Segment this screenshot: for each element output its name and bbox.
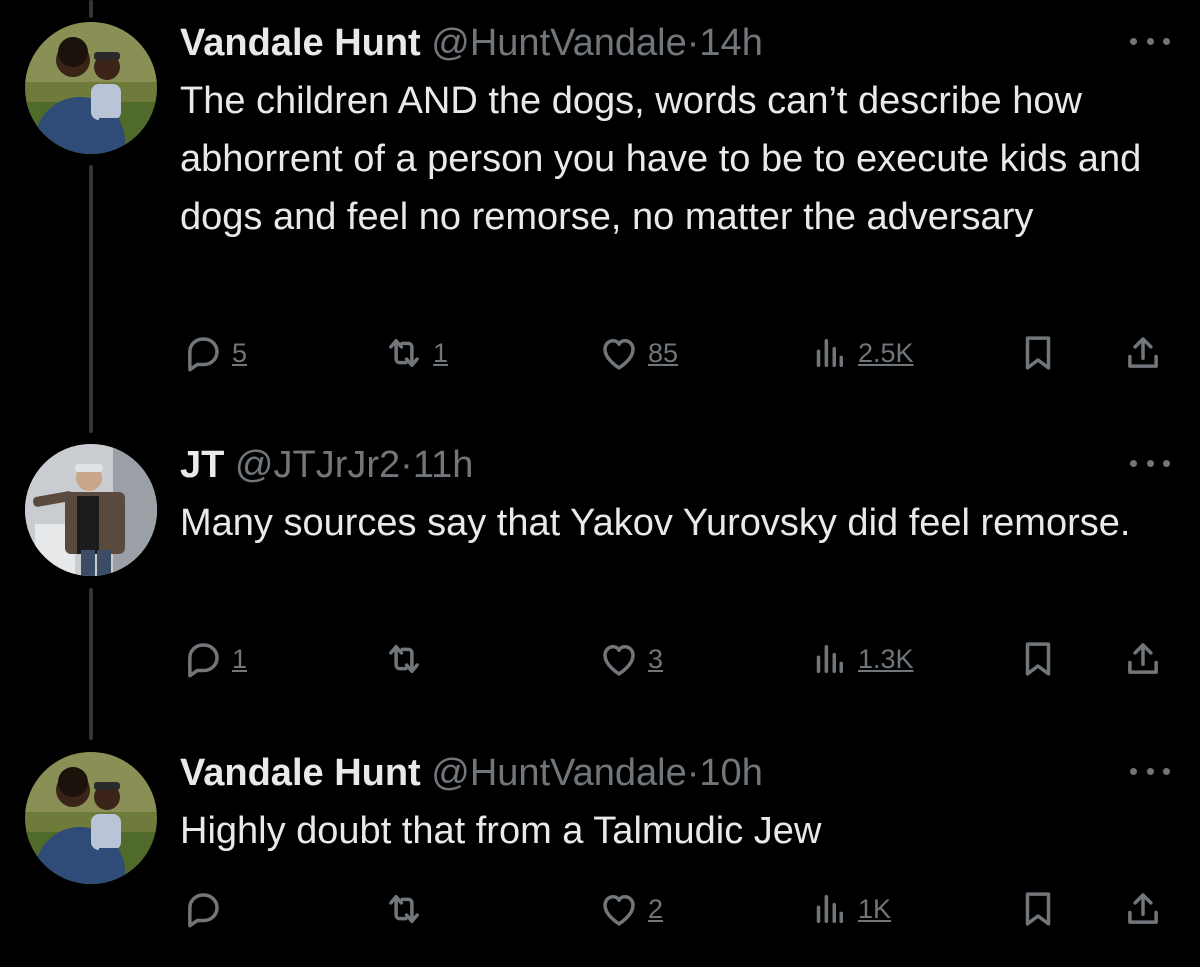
- retweet-icon: [389, 339, 419, 367]
- author-handle[interactable]: @JTJrJr2: [235, 444, 400, 486]
- tweet-text: The children AND the dogs, words can’t d…: [180, 80, 1142, 238]
- timestamp[interactable]: 10h: [699, 752, 762, 794]
- like-button[interactable]: 85: [598, 328, 678, 378]
- separator-dot: ·: [686, 22, 700, 64]
- separator-dot: ·: [686, 752, 700, 794]
- action-bar: 1 3 1.3K: [0, 634, 1200, 684]
- views-icon: [816, 645, 843, 673]
- views-icon: [816, 895, 843, 923]
- share-button[interactable]: [1122, 328, 1164, 378]
- more-icon[interactable]: [1130, 756, 1170, 786]
- author-name[interactable]: Vandale Hunt: [180, 752, 421, 794]
- share-icon: [1128, 893, 1158, 924]
- like-button[interactable]: 2: [598, 884, 663, 934]
- retweet-icon: [389, 645, 419, 673]
- bookmark-icon: [1025, 892, 1051, 926]
- tweet-header: Vandale Hunt @HuntVandale·10h: [180, 748, 763, 798]
- retweet-icon: [389, 895, 419, 923]
- reply-icon: [188, 337, 219, 372]
- like-count: 3: [648, 643, 664, 674]
- reply-icon: [188, 893, 219, 928]
- views-icon: [816, 339, 843, 367]
- author-handle[interactable]: @HuntVandale: [431, 752, 686, 794]
- reply-count: 1: [232, 643, 248, 674]
- reply-button[interactable]: 1: [182, 634, 247, 684]
- timestamp[interactable]: 14h: [699, 22, 762, 64]
- views-button[interactable]: 1.3K: [808, 634, 914, 684]
- share-icon: [1128, 643, 1158, 674]
- like-button[interactable]: 3: [598, 634, 663, 684]
- like-icon: [603, 339, 635, 370]
- author-name[interactable]: Vandale Hunt: [180, 22, 421, 64]
- avatar[interactable]: [25, 444, 157, 576]
- timestamp[interactable]: 11h: [413, 444, 474, 486]
- tweet-header: Vandale Hunt @HuntVandale·14h: [180, 18, 763, 68]
- like-count: 2: [648, 893, 664, 924]
- views-count: 2.5K: [858, 337, 914, 368]
- retweet-button[interactable]: 1: [383, 328, 448, 378]
- views-button[interactable]: 1K: [808, 884, 891, 934]
- avatar[interactable]: [25, 752, 157, 884]
- avatar[interactable]: [25, 22, 157, 154]
- bookmark-button[interactable]: [1017, 328, 1059, 378]
- author-name[interactable]: JT: [180, 444, 224, 486]
- retweet-button[interactable]: [383, 884, 433, 934]
- separator-dot: ·: [400, 444, 413, 486]
- more-icon[interactable]: [1130, 26, 1170, 56]
- bookmark-icon: [1025, 336, 1051, 370]
- author-handle[interactable]: @HuntVandale: [431, 22, 686, 64]
- share-button[interactable]: [1122, 884, 1164, 934]
- views-count: 1.3K: [858, 643, 914, 674]
- thread-line-1: [89, 0, 93, 18]
- bookmark-button[interactable]: [1017, 884, 1059, 934]
- bookmark-button[interactable]: [1017, 634, 1059, 684]
- tweet-text: Many sources say that Yakov Yurovsky did…: [180, 502, 1131, 544]
- like-count: 85: [648, 337, 679, 368]
- tweet-text: Highly doubt that from a Talmudic Jew: [180, 810, 822, 852]
- tweet[interactable]: Vandale Hunt @HuntVandale·10h Highly dou…: [0, 748, 1200, 948]
- tweet-header: JT @JTJrJr2·11h: [180, 440, 473, 490]
- reply-icon: [188, 643, 219, 678]
- share-button[interactable]: [1122, 634, 1164, 684]
- tweet[interactable]: Vandale Hunt @HuntVandale·14h The childr…: [0, 18, 1200, 378]
- reply-button[interactable]: [182, 884, 232, 934]
- share-icon: [1128, 337, 1158, 368]
- views-count: 1K: [858, 893, 892, 924]
- reply-count: 5: [232, 337, 248, 368]
- reply-button[interactable]: 5: [182, 328, 247, 378]
- like-icon: [603, 895, 635, 926]
- more-icon[interactable]: [1130, 448, 1170, 478]
- retweet-count: 1: [433, 337, 449, 368]
- views-button[interactable]: 2.5K: [808, 328, 914, 378]
- retweet-button[interactable]: [383, 634, 433, 684]
- action-bar: 5 1 85 2.5K: [0, 328, 1200, 378]
- like-icon: [603, 645, 635, 676]
- tweet[interactable]: JT @JTJrJr2·11h Many sources say that Ya…: [0, 440, 1200, 690]
- bookmark-icon: [1025, 642, 1051, 676]
- action-bar: 2 1K: [0, 884, 1200, 934]
